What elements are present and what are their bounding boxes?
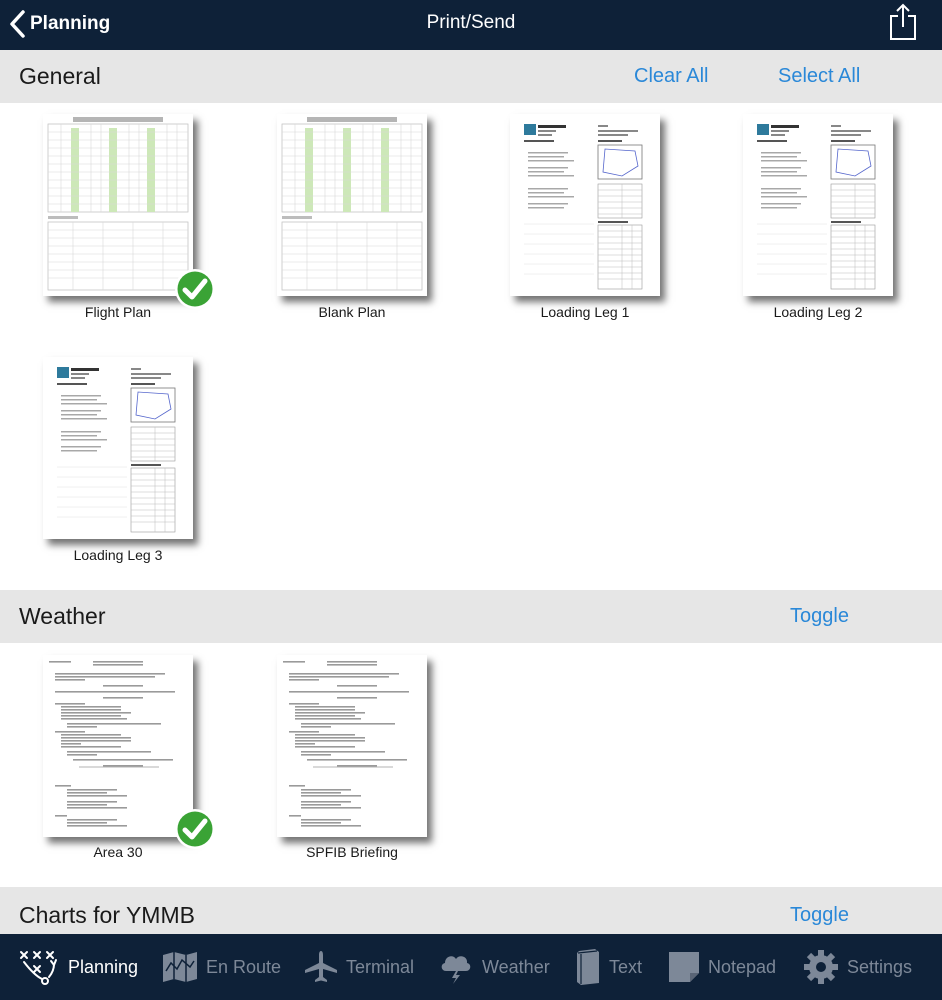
tab-text-label: Text — [609, 956, 643, 977]
tab-notepad[interactable]: Notepad — [668, 934, 776, 1000]
airplane-icon — [305, 951, 337, 982]
planning-icon — [20, 951, 57, 985]
general-section-header: General Clear All Select All — [0, 50, 942, 103]
navigation-bar: Planning Print/Send — [0, 0, 942, 50]
tab-weather[interactable]: Weather — [438, 934, 550, 1000]
loading-leg-3-label: Loading Leg 3 — [73, 547, 163, 563]
tab-bar: Planning En Route Terminal Weather Text — [0, 934, 942, 1000]
share-button[interactable] — [888, 2, 918, 42]
charts-section-header: Charts for YMMB Toggle — [0, 887, 942, 934]
tab-settings-label: Settings — [847, 956, 913, 977]
share-icon — [890, 3, 916, 40]
map-icon — [163, 952, 197, 982]
tab-notepad-label: Notepad — [708, 956, 777, 977]
checkmark-icon — [174, 268, 216, 310]
charts-section-title: Charts for YMMB — [19, 902, 195, 928]
page-title: Print/Send — [426, 12, 516, 33]
weather-section-title: Weather — [19, 603, 106, 629]
checkmark-icon — [174, 808, 216, 850]
notepad-icon — [669, 952, 699, 982]
general-section-title: General — [19, 63, 101, 89]
document-thumbnail-blank-plan[interactable] — [277, 114, 427, 296]
flight-plan-preview — [43, 114, 193, 296]
spfib-briefing-label: SPFIB Briefing — [306, 844, 398, 860]
document-thumbnail-loading-leg-2[interactable] — [743, 114, 893, 296]
select-all-button[interactable]: Select All — [778, 65, 860, 88]
tab-terminal-label: Terminal — [346, 956, 415, 977]
weather-section-header: Weather Toggle — [0, 590, 942, 643]
document-thumbnail-loading-leg-1[interactable] — [510, 114, 660, 296]
document-thumbnail-flight-plan[interactable] — [43, 114, 193, 296]
loading-leg-1-label: Loading Leg 1 — [540, 304, 630, 320]
tab-en-route-label: En Route — [206, 956, 282, 977]
weather-toggle-button[interactable]: Toggle — [790, 605, 849, 628]
document-thumbnail-area-30[interactable] — [43, 655, 193, 837]
tab-en-route[interactable]: En Route — [162, 934, 281, 1000]
clear-all-button[interactable]: Clear All — [634, 65, 708, 88]
blank-plan-label: Blank Plan — [318, 304, 386, 320]
tab-text[interactable]: Text — [575, 934, 642, 1000]
tab-planning[interactable]: Planning — [18, 934, 138, 1000]
tab-weather-label: Weather — [482, 956, 550, 977]
tab-settings[interactable]: Settings — [803, 934, 912, 1000]
document-thumbnail-loading-leg-3[interactable] — [43, 357, 193, 539]
loading-leg-1-preview — [510, 114, 660, 296]
tab-planning-label: Planning — [68, 956, 139, 977]
blank-plan-preview — [277, 114, 427, 296]
tab-terminal[interactable]: Terminal — [304, 934, 414, 1000]
area-30-preview — [43, 655, 193, 837]
charts-toggle-button[interactable]: Toggle — [790, 904, 849, 927]
loading-leg-3-preview — [43, 357, 193, 539]
loading-leg-2-label: Loading Leg 2 — [773, 304, 863, 320]
loading-leg-2-preview — [743, 114, 893, 296]
weather-icon — [441, 956, 471, 984]
book-icon — [577, 949, 599, 985]
gear-icon — [804, 950, 838, 984]
document-thumbnail-spfib-briefing[interactable] — [277, 655, 427, 837]
spfib-briefing-preview — [277, 655, 427, 837]
